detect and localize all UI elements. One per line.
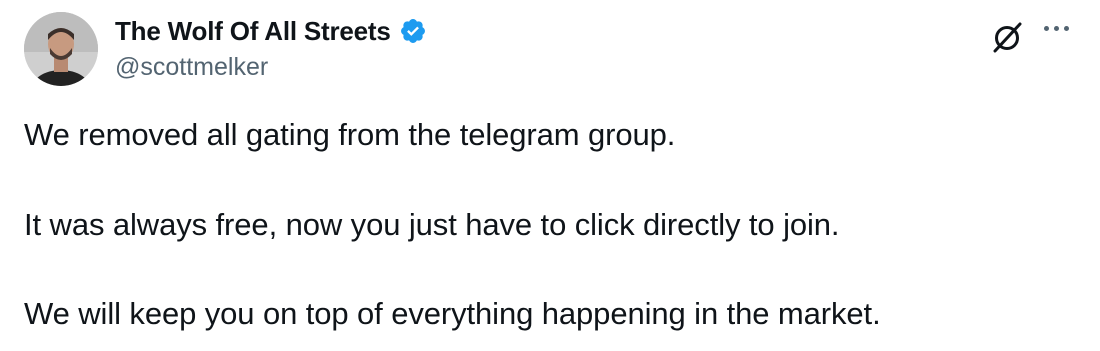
grok-slash-icon[interactable] xyxy=(990,20,1024,54)
author-handle[interactable]: @scottmelker xyxy=(115,53,268,82)
more-dot xyxy=(1054,25,1059,31)
display-name[interactable]: The Wolf Of All Streets xyxy=(115,16,391,47)
tweet-text-line: We removed all gating from the telegram … xyxy=(24,117,676,152)
more-dot xyxy=(1044,25,1049,31)
more-options-icon[interactable] xyxy=(1044,20,1078,36)
tweet-text-line: We will keep you on top of everything ha… xyxy=(24,296,881,331)
verified-badge-icon[interactable] xyxy=(399,17,427,45)
author-name-row: The Wolf Of All Streets xyxy=(115,14,427,48)
avatar-image xyxy=(24,12,98,86)
tweet-card: The Wolf Of All Streets @scottmelker We … xyxy=(0,0,1100,351)
more-dot xyxy=(1064,25,1069,31)
avatar[interactable] xyxy=(24,12,98,86)
tweet-text-line: It was always free, now you just have to… xyxy=(24,207,840,242)
